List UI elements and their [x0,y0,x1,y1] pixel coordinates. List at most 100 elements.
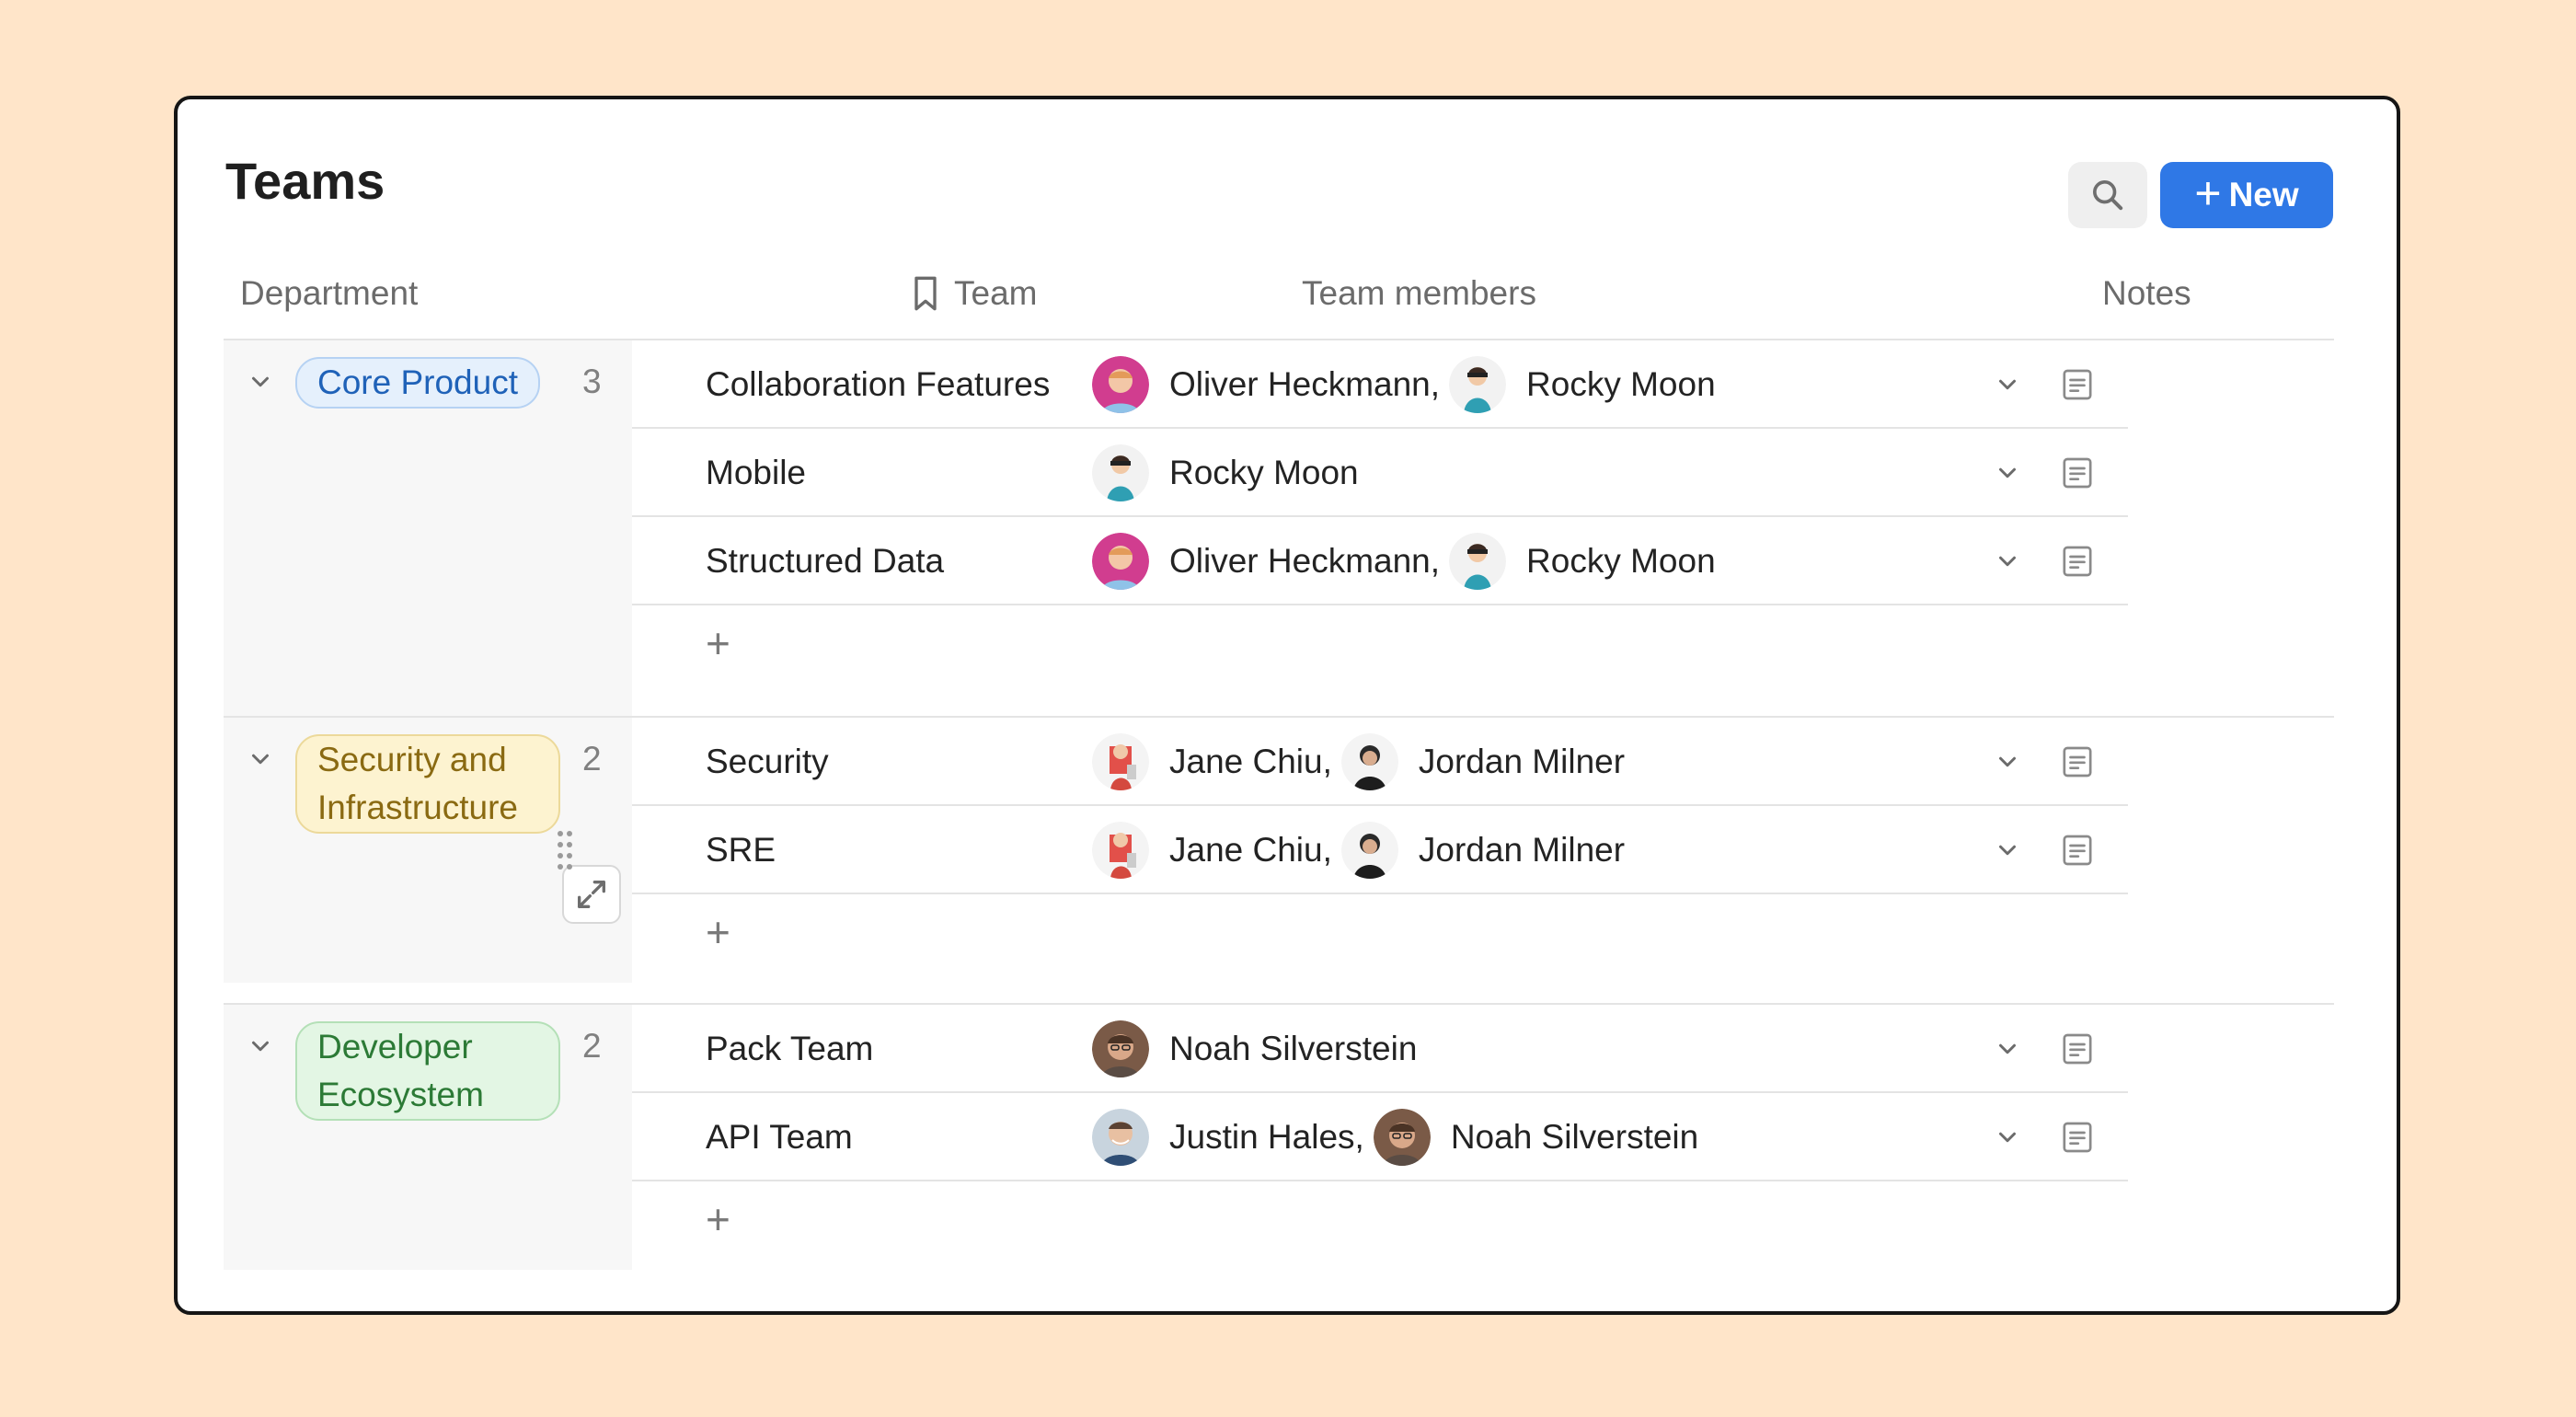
member-chip[interactable]: Jane Chiu, [1092,733,1332,790]
table-row[interactable]: SRE Jane Chiu, Jordan Milner [558,806,2128,894]
team-name[interactable]: Collaboration Features [706,340,1050,429]
member-chip[interactable]: Rocky Moon [1092,444,1359,501]
note-icon[interactable] [2059,455,2096,491]
member-chip[interactable]: Justin Hales, [1092,1109,1364,1166]
chevron-down-icon[interactable] [1994,1035,2021,1063]
chevron-down-icon[interactable] [1994,836,2021,864]
add-row-button[interactable]: + [632,1181,2128,1264]
note-icon[interactable] [2059,366,2096,403]
member-name: Jane Chiu, [1169,831,1332,869]
team-members-cell[interactable]: Justin Hales, Noah Silverstein [1092,1093,1704,1181]
team-name[interactable]: SRE [706,806,776,894]
chevron-down-icon[interactable] [247,1032,274,1060]
column-header-department[interactable]: Department [240,274,418,313]
member-chip[interactable]: Oliver Heckmann, [1092,356,1440,413]
team-members-cell[interactable]: Jane Chiu, Jordan Milner [1092,718,1630,806]
team-members-cell[interactable]: Jane Chiu, Jordan Milner [1092,806,1630,894]
table-row[interactable]: Pack Team Noah Silverstein [632,1005,2128,1093]
avatar [1341,822,1398,879]
new-button[interactable]: + New [2160,162,2333,228]
search-button[interactable] [2068,162,2147,228]
expand-icon [578,881,605,908]
avatar [1092,533,1149,590]
member-name: Jordan Milner [1418,831,1626,869]
table-row[interactable]: Security Jane Chiu, Jordan Milner [632,718,2128,806]
avatar [1092,356,1149,413]
note-icon[interactable] [2059,832,2096,869]
drag-handle-icon[interactable] [556,828,574,872]
new-button-label: New [2228,176,2299,213]
member-chip[interactable]: Rocky Moon [1449,356,1716,413]
member-chip[interactable]: Oliver Heckmann, [1092,533,1440,590]
team-members-cell[interactable]: Oliver Heckmann, Rocky Moon [1092,517,1721,605]
team-members-cell[interactable]: Oliver Heckmann, Rocky Moon [1092,340,1721,429]
chevron-down-icon[interactable] [1994,459,2021,487]
chevron-down-icon[interactable] [1994,1123,2021,1151]
group-security-and-infrastructure: Security and Infrastructure 2 Security J… [224,716,2334,1007]
member-name: Rocky Moon [1526,542,1716,580]
department-tag[interactable]: Core Product [295,357,540,409]
member-name: Jane Chiu, [1169,743,1332,780]
avatar [1449,533,1506,590]
add-row-button[interactable]: + [632,605,2128,688]
team-name[interactable]: Mobile [706,429,806,517]
note-icon[interactable] [2059,1031,2096,1067]
chevron-down-icon[interactable] [247,745,274,773]
member-name: Rocky Moon [1169,454,1359,491]
search-icon [2093,180,2123,211]
chevron-down-icon[interactable] [1994,748,2021,776]
table-row[interactable]: Mobile Rocky Moon [632,429,2128,517]
member-name: Oliver Heckmann, [1169,542,1441,580]
member-name: Noah Silverstein [1450,1118,1699,1156]
avatar [1374,1109,1431,1166]
member-name: Oliver Heckmann, [1169,365,1441,403]
expand-button[interactable] [562,865,621,924]
member-chip[interactable]: Rocky Moon [1449,533,1716,590]
member-name: Noah Silverstein [1169,1030,1418,1067]
add-row-button[interactable]: + [632,894,2128,977]
team-name[interactable]: Structured Data [706,517,944,605]
group-count: 2 [582,1027,602,1065]
team-name[interactable]: API Team [706,1093,853,1181]
member-chip[interactable]: Jane Chiu, [1092,822,1332,879]
page-title: Teams [225,152,385,210]
team-name[interactable]: Security [706,718,829,806]
table-row[interactable]: Structured Data Oliver Heckmann, Rocky M… [632,517,2128,605]
column-header-team-members[interactable]: Team members [1302,274,1536,313]
department-tag[interactable]: Developer Ecosystem [295,1021,560,1121]
member-chip[interactable]: Jordan Milner [1341,822,1625,879]
chevron-down-icon[interactable] [1994,371,2021,398]
group-count: 2 [582,740,602,778]
plus-icon: + [706,619,730,667]
plus-icon: + [2194,167,2222,219]
note-icon[interactable] [2059,543,2096,580]
avatar [1092,1020,1149,1077]
department-tag[interactable]: Security and Infrastructure [295,734,560,834]
group-count: 3 [582,363,602,400]
avatar [1341,733,1398,790]
group-header-cell: Developer Ecosystem 2 [224,1005,632,1270]
avatar [1092,444,1149,501]
chevron-down-icon[interactable] [1994,547,2021,575]
plus-icon: + [706,1195,730,1243]
column-header-team[interactable]: Team [910,274,1037,313]
avatar [1449,356,1506,413]
plus-icon: + [706,908,730,956]
column-header-notes[interactable]: Notes [2102,274,2191,313]
member-chip[interactable]: Noah Silverstein [1374,1109,1698,1166]
member-name: Jordan Milner [1418,743,1626,780]
table-row[interactable]: Collaboration Features Oliver Heckmann, … [632,340,2128,429]
member-name: Rocky Moon [1526,365,1716,403]
team-name[interactable]: Pack Team [706,1005,873,1093]
team-members-cell[interactable]: Noah Silverstein [1092,1005,1422,1093]
note-icon[interactable] [2059,743,2096,780]
teams-panel: Teams + New Department Team Team members… [174,96,2400,1315]
team-members-cell[interactable]: Rocky Moon [1092,429,1364,517]
note-icon[interactable] [2059,1119,2096,1156]
member-chip[interactable]: Noah Silverstein [1092,1020,1417,1077]
avatar [1092,822,1149,879]
table-row[interactable]: API Team Justin Hales, Noah Silverstein [632,1093,2128,1181]
member-chip[interactable]: Jordan Milner [1341,733,1625,790]
chevron-down-icon[interactable] [247,368,274,396]
group-developer-ecosystem: Developer Ecosystem 2 Pack Team Noah Sil… [224,1003,2334,1270]
